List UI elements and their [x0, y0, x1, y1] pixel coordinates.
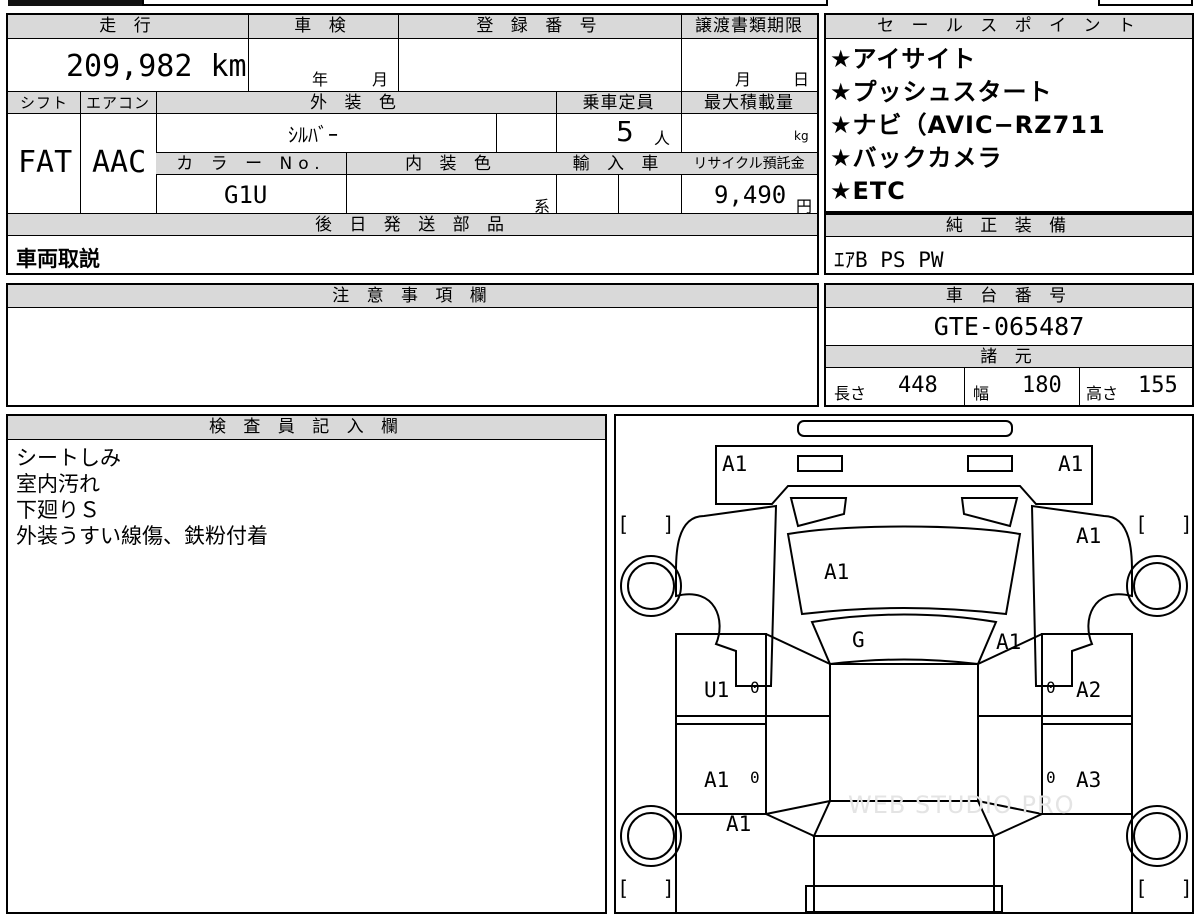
capacity-label: 乗車定員: [556, 92, 681, 114]
inspection-year-unit: 年: [312, 70, 329, 89]
mark-left-rear-quarter: A1: [726, 812, 752, 836]
mark-right-rear-door: A3: [1076, 768, 1102, 792]
aircon-value: AAC: [92, 145, 147, 180]
exterior-color-label: 外 装 色: [156, 92, 556, 114]
chassis-specs-box: 車 台 番 号 GTE-065487 諸 元 長さ 448 幅 180 高さ 1…: [824, 283, 1194, 407]
mark-front-left: A1: [722, 452, 748, 476]
aircon-label: エアコン: [80, 92, 156, 114]
inspector-notes-label: 検 査 員 記 入 欄: [8, 416, 605, 440]
mark-hood: A1: [824, 560, 850, 584]
left-front-fender: [675, 504, 778, 687]
notes-box: 注 意 事 項 欄: [6, 283, 819, 407]
hood: [786, 525, 1022, 616]
mark-front-right: A1: [1058, 452, 1084, 476]
left-front-tire: [620, 555, 682, 617]
mark-windshield: G: [852, 628, 865, 652]
sales-point-item: ★バックカメラ: [830, 144, 1003, 172]
right-rear-tire: [1126, 805, 1188, 867]
inspector-note-line: シートしみ: [16, 446, 121, 470]
mark-right-front-door: A2: [1076, 678, 1102, 702]
notes-label: 注 意 事 項 欄: [8, 285, 817, 308]
sales-point-item: ★ナビ（AVIC−RZ711: [830, 111, 1106, 139]
bracket-right-top-right: ]: [1182, 512, 1190, 536]
bracket-left-bottom-right: [: [1138, 876, 1146, 900]
specs-label: 諸 元: [826, 346, 1192, 368]
front-bumper-outline: [715, 445, 1093, 505]
recycle-value: 9,490: [714, 181, 787, 209]
inspection-label: 車 検: [248, 15, 398, 39]
recycle-label: リサイクル預託金: [681, 153, 817, 175]
top-strip: [8, 0, 1193, 6]
length-label: 長さ: [834, 384, 867, 403]
mark-right-front-fender: A1: [1076, 524, 1102, 548]
genuine-equipment-box: 純 正 装 備 ｴｱB PS PW: [824, 213, 1194, 275]
shift-value: FAT: [18, 145, 73, 180]
inspector-notes-list: シートしみ 室内汚れ 下廻りＳ 外装うすい線傷、鉄粉付着: [16, 445, 268, 549]
sales-points-box: セ ー ル ス ポ イ ン ト ★アイサイト ★プッシュスタート ★ナビ（AVI…: [824, 13, 1194, 213]
mileage-label: 走 行: [8, 15, 248, 39]
inspector-note-line: 外装うすい線傷、鉄粉付着: [16, 524, 268, 548]
vehicle-info-grid: 走 行 車 検 登 録 番 号 譲渡書類期限 209,982 km 年 月 月 …: [6, 13, 819, 275]
right-front-tire: [1126, 555, 1188, 617]
later-parts-label: 後 日 発 送 部 品: [8, 214, 817, 236]
bracket-right-top: ]: [664, 512, 672, 536]
shift-label: シフト: [8, 92, 80, 114]
mark-left-front-door: U1: [704, 678, 730, 702]
capacity-value: 5: [616, 115, 634, 148]
right-headlight: [967, 455, 1013, 472]
height-label: 高さ: [1086, 384, 1119, 403]
max-load-label: 最大積載量: [681, 92, 817, 114]
sales-point-item: ★プッシュスタート: [830, 78, 1053, 106]
length-value: 448: [898, 373, 938, 398]
color-no-label: カ ラ ー No.: [156, 153, 346, 175]
capacity-unit: 人: [654, 129, 671, 148]
inspector-note-line: 下廻りＳ: [16, 498, 100, 522]
zero-mark: 0: [750, 768, 760, 787]
watermark: WEB STUDIO PRO: [848, 791, 1075, 819]
registration-label: 登 録 番 号: [398, 15, 681, 39]
max-load-unit: kg: [794, 129, 809, 143]
mileage-value: 209,982 km: [66, 49, 247, 84]
bracket-left-bottom: [: [620, 876, 628, 900]
later-parts-value: 車両取説: [16, 247, 100, 271]
import-label: 輸 入 車: [556, 153, 681, 175]
chassis-label: 車 台 番 号: [826, 285, 1192, 308]
bracket-right-bottom-right: ]: [1182, 876, 1190, 900]
inspection-month-unit: 月: [372, 70, 389, 89]
width-value: 180: [1022, 373, 1062, 398]
roof: [829, 663, 979, 802]
genuine-equipment-label: 純 正 装 備: [826, 215, 1192, 237]
left-rear-tire: [620, 805, 682, 867]
chassis-number: GTE-065487: [933, 312, 1085, 341]
car-damage-diagram: [ ] [ ] [ ] [ ] A1 A1 A1 A1 G A1 U1 A2 A…: [614, 414, 1194, 914]
sales-points-list: ★アイサイト ★プッシュスタート ★ナビ（AVIC−RZ711 ★バックカメラ …: [830, 43, 1106, 208]
sales-point-item: ★アイサイト: [830, 45, 977, 73]
transfer-day-unit: 日: [793, 70, 810, 89]
sales-points-label: セ ー ル ス ポ イ ン ト: [826, 15, 1192, 39]
zero-mark: 0: [1046, 678, 1056, 697]
mark-left-rear-door: A1: [704, 768, 730, 792]
sales-point-item: ★ETC: [830, 177, 906, 205]
car-outline-svg: [620, 420, 1188, 912]
inspector-notes-box: 検 査 員 記 入 欄 シートしみ 室内汚れ 下廻りＳ 外装うすい線傷、鉄粉付着: [6, 414, 607, 914]
transfer-deadline-label: 譲渡書類期限: [681, 15, 817, 39]
color-no-value: G1U: [224, 181, 268, 209]
width-label: 幅: [973, 384, 990, 403]
zero-mark: 0: [1046, 768, 1056, 787]
transfer-month-unit: 月: [735, 70, 752, 89]
bracket-right-bottom: ]: [664, 876, 672, 900]
bracket-left-top: [: [620, 512, 628, 536]
mark-right-a-pillar: A1: [996, 630, 1022, 654]
front-bumper-marker: [797, 420, 1013, 437]
zero-mark: 0: [750, 678, 760, 697]
exterior-color-value: ｼﾙﾊﾞｰ: [288, 123, 338, 147]
bracket-left-top-right: [: [1138, 512, 1146, 536]
interior-color-label: 内 装 色: [346, 153, 556, 175]
windshield: [810, 613, 998, 666]
inspector-note-line: 室内汚れ: [16, 472, 100, 496]
height-value: 155: [1138, 373, 1178, 398]
genuine-equipment-value: ｴｱB PS PW: [834, 248, 944, 272]
left-headlight: [797, 455, 843, 472]
